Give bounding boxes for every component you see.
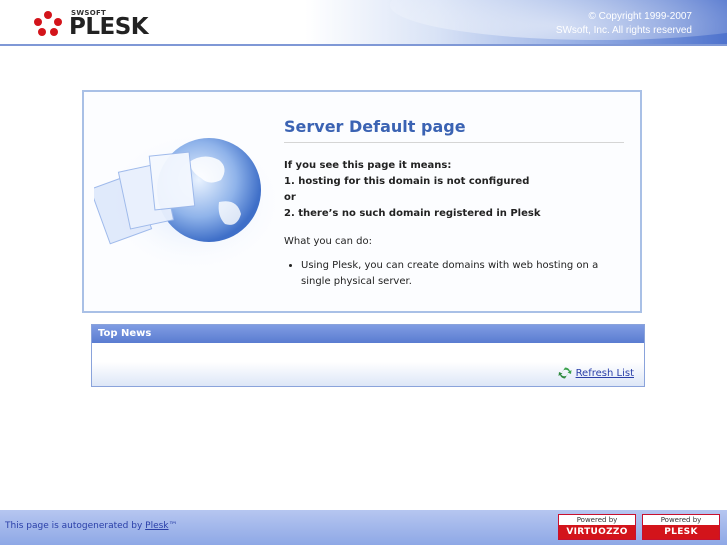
header-divider <box>0 44 727 46</box>
refresh-arrows-icon <box>558 367 572 379</box>
default-page-panel: Server Default page If you see this page… <box>82 90 642 313</box>
page-description: If you see this page it means: 1. hostin… <box>284 158 614 290</box>
top-news-box: Top News Refresh List <box>91 324 645 387</box>
badge-name: PLESK <box>643 525 719 539</box>
list-item: Using Plesk, you can create domains with… <box>301 258 614 290</box>
refresh-list-link[interactable]: Refresh List <box>558 366 634 380</box>
powered-by-plesk-badge[interactable]: Powered by PLESK <box>642 514 720 540</box>
trademark-symbol: ™ <box>168 521 178 531</box>
suggestions-list: Using Plesk, you can create domains with… <box>284 258 614 290</box>
copyright: © Copyright 1999-2007 SWsoft, Inc. All r… <box>556 10 692 38</box>
copyright-line-1: © Copyright 1999-2007 <box>588 11 692 22</box>
footer-text: This page is autogenerated by Plesk™ <box>5 521 178 531</box>
intro-text: If you see this page it means: <box>284 160 452 171</box>
badge-powered-by: Powered by <box>643 515 719 525</box>
plesk-link[interactable]: Plesk <box>145 521 168 531</box>
page-title: Server Default page <box>284 117 624 143</box>
page-footer: This page is autogenerated by Plesk™ Pow… <box>0 510 727 545</box>
news-footer: Refresh List <box>92 362 644 386</box>
brand-name: PLESK <box>69 14 149 40</box>
page-header: SWSOFT PLESK © Copyright 1999-2007 SWsof… <box>0 0 727 44</box>
refresh-list-label: Refresh List <box>575 367 634 379</box>
badge-powered-by: Powered by <box>559 515 635 525</box>
reason-2: 2. there’s no such domain registered in … <box>284 208 541 219</box>
plesk-logo: SWSOFT PLESK <box>34 9 164 40</box>
logo-dots-icon <box>34 11 62 37</box>
globe-pages-illustration-icon <box>94 127 284 277</box>
badge-name: VIRTUOZZO <box>559 525 635 539</box>
footer-prefix: This page is autogenerated by <box>5 521 143 531</box>
copyright-line-2: SWsoft, Inc. All rights reserved <box>555 25 692 36</box>
what-you-can-do: What you can do: <box>284 236 372 247</box>
powered-by-virtuozzo-badge[interactable]: Powered by VIRTUOZZO <box>558 514 636 540</box>
reason-1: 1. hosting for this domain is not config… <box>284 176 530 187</box>
or-text: or <box>284 192 296 203</box>
top-news-title: Top News <box>92 325 644 343</box>
